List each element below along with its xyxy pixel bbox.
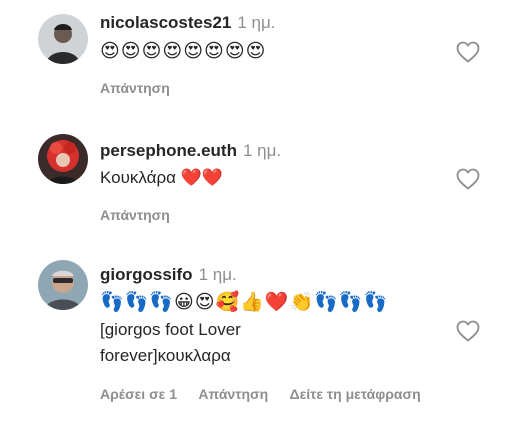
- comment-actions: Αρέσει σε 1 Απάντηση Δείτε τη μετάφραση: [100, 386, 439, 402]
- heart-outline-icon[interactable]: [456, 41, 480, 63]
- comment-actions: Απάντηση: [100, 80, 188, 96]
- heart-outline-icon[interactable]: [456, 168, 480, 190]
- comment-text: [giorgos foot Lover forever]κουκλαρα: [100, 317, 455, 369]
- see-translation-button[interactable]: Δείτε τη μετάφραση: [290, 386, 421, 402]
- comment-actions: Απάντηση: [100, 207, 188, 223]
- comment-text: 😍😍😍😍😍😍😍😍: [100, 40, 267, 62]
- timestamp[interactable]: 1 ημ.: [199, 265, 237, 284]
- reply-button[interactable]: Απάντηση: [198, 386, 268, 402]
- reply-button[interactable]: Απάντηση: [100, 80, 170, 96]
- comment-text-line: forever]κουκλαρα: [100, 346, 231, 365]
- username[interactable]: giorgossifo: [100, 265, 193, 284]
- username[interactable]: nicolascostes21: [100, 13, 231, 32]
- likes-count-button[interactable]: Αρέσει σε 1: [100, 386, 177, 402]
- comment-text: Κουκλάρα ❤️❤️: [100, 166, 455, 190]
- avatar[interactable]: [38, 260, 88, 310]
- heart-outline-icon[interactable]: [456, 320, 480, 342]
- username[interactable]: persephone.euth: [100, 141, 237, 160]
- comment-text-line: [giorgos foot Lover: [100, 320, 241, 339]
- avatar[interactable]: [38, 134, 88, 184]
- avatar[interactable]: [38, 14, 88, 64]
- timestamp[interactable]: 1 ημ.: [243, 141, 281, 160]
- comment-body-text: Κουκλάρα: [100, 168, 176, 187]
- comment-body-emoji: ❤️❤️: [180, 168, 224, 188]
- reply-button[interactable]: Απάντηση: [100, 207, 170, 223]
- timestamp[interactable]: 1 ημ.: [237, 13, 275, 32]
- comment-emoji-line: 👣👣👣😀😍🥰👍❤️👏👣👣👣: [100, 291, 389, 313]
